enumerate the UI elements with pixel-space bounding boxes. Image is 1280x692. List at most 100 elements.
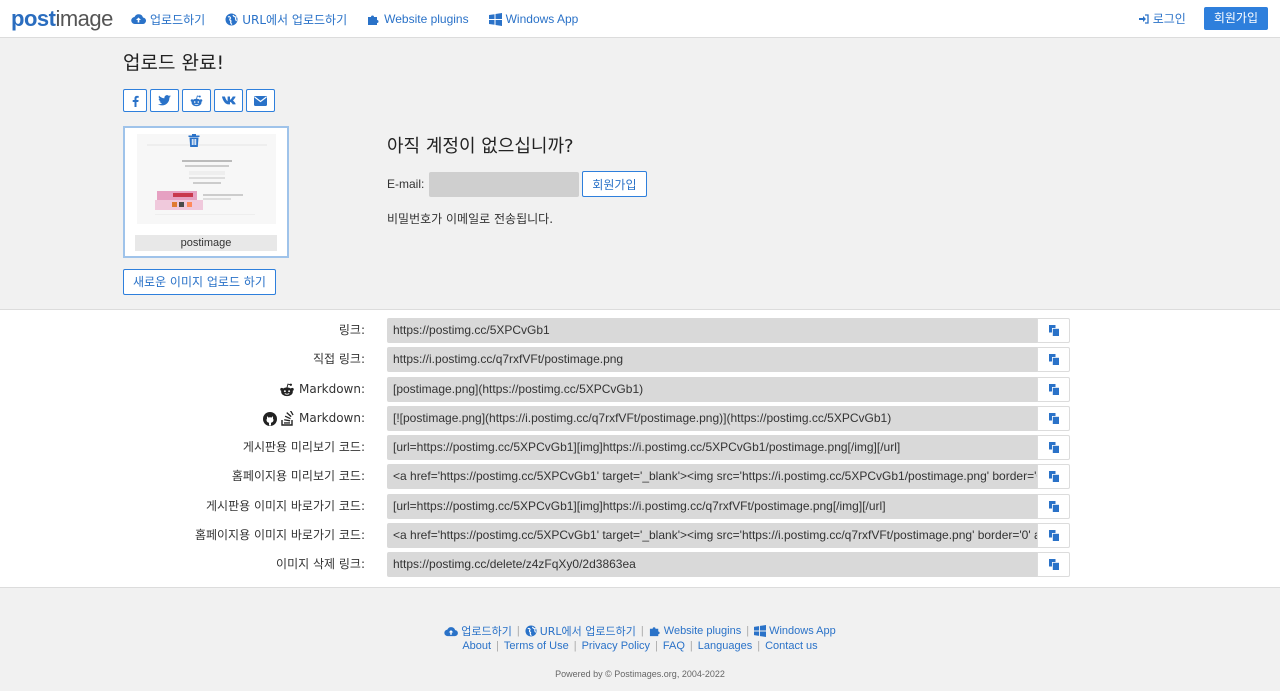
copyright-text: Powered by © Postimages.org, 2004-2022 — [555, 669, 725, 679]
link-row-delete-link: 이미지 삭제 링크: https://postimg.cc/delete/z4z… — [0, 552, 1280, 577]
github-markdown-label: Markdown: — [262, 406, 365, 431]
facebook-icon — [132, 95, 139, 107]
puzzle-icon — [368, 15, 379, 25]
footer-languages-link[interactable]: Languages — [698, 640, 752, 652]
separator: | — [689, 640, 693, 652]
separator: | — [516, 625, 520, 637]
copy-button[interactable] — [1037, 464, 1070, 489]
link-row-forum-hotlink: 게시판용 이미지 바로가기 코드: [url=https://postimg.c… — [0, 494, 1280, 519]
copy-button[interactable] — [1037, 377, 1070, 402]
thumbnail-preview — [137, 134, 276, 224]
signup-button[interactable]: 회원가입 — [1203, 7, 1268, 30]
footer-upload-link[interactable]: 업로드하기 — [444, 623, 512, 639]
link-row-github-markdown: Markdown: [![postimage.png](https://i.po… — [0, 406, 1280, 431]
copy-button[interactable] — [1037, 318, 1070, 343]
nav-website-plugins[interactable]: Website plugins — [367, 12, 469, 26]
direct-link-label: 직접 링크: — [312, 352, 365, 366]
puzzle-icon — [649, 627, 660, 637]
share-vk-button[interactable] — [214, 89, 243, 112]
globe-icon — [225, 13, 238, 25]
thumbnail-filename: postimage — [135, 235, 277, 251]
footer-contact-link[interactable]: Contact us — [765, 640, 818, 652]
separator: | — [746, 625, 750, 637]
footer-terms-link[interactable]: Terms of Use — [504, 640, 569, 652]
link-row-forum-thumbnail: 게시판용 미리보기 코드: [url=https://postimg.cc/5X… — [0, 435, 1280, 460]
copy-button[interactable] — [1037, 552, 1070, 577]
nav-upload-url[interactable]: URL에서 업로드하기 — [225, 11, 347, 28]
share-links-panel: 링크: https://postimg.cc/5XPCvGb1 직접 링크: h… — [0, 310, 1280, 588]
copy-icon — [1048, 471, 1059, 482]
copy-icon — [1048, 384, 1059, 395]
link-row-direct-link: 직접 링크: https://i.postimg.cc/q7rxfVFt/pos… — [0, 347, 1280, 372]
email-input[interactable] — [429, 171, 580, 197]
share-buttons — [123, 89, 278, 112]
copy-button[interactable] — [1037, 494, 1070, 519]
link-row-html-hotlink: 홈페이지용 이미지 바로가기 코드: <a href='https://post… — [0, 523, 1280, 548]
footer-privacy-link[interactable]: Privacy Policy — [582, 640, 650, 652]
footer-faq-link[interactable]: FAQ — [663, 640, 685, 652]
copy-button[interactable] — [1037, 435, 1070, 460]
share-reddit-button[interactable] — [182, 89, 211, 112]
page-title: 업로드 완료! — [123, 52, 225, 74]
html-hotlink-field[interactable]: <a href='https://postimg.cc/5XPCvGb1' ta… — [387, 523, 1037, 548]
upload-result-panel: 업로드 완료! postimage 새로운 이미지 업로드 하기 아직 계정이 … — [0, 38, 1280, 310]
copy-icon — [1048, 530, 1059, 541]
delete-link-field[interactable]: https://postimg.cc/delete/z4zFqXy0/2d386… — [387, 552, 1037, 577]
copy-button[interactable] — [1037, 523, 1070, 548]
copy-icon — [1048, 325, 1059, 336]
link-row-reddit-markdown: Markdown: [postimage.png](https://postim… — [0, 377, 1280, 402]
login-link[interactable]: 로그인 — [1138, 10, 1186, 27]
stackoverflow-icon — [281, 411, 294, 426]
nav-windows-app[interactable]: Windows App — [488, 12, 578, 26]
forum-hotlink-field[interactable]: [url=https://postimg.cc/5XPCvGb1][img]ht… — [387, 494, 1037, 519]
new-upload-button[interactable]: 새로운 이미지 업로드 하기 — [123, 269, 276, 295]
html-hotlink-label: 홈페이지용 이미지 바로가기 코드: — [194, 528, 365, 542]
footer-windows-app-link[interactable]: Windows App — [754, 625, 836, 637]
footer-upload-url-link[interactable]: URL에서 업로드하기 — [525, 623, 636, 639]
cloud-upload-icon — [444, 626, 459, 636]
sign-in-icon — [1138, 13, 1149, 24]
reddit-markdown-field[interactable]: [postimage.png](https://postimg.cc/5XPCv… — [387, 377, 1037, 402]
html-thumbnail-field[interactable]: <a href='https://postimg.cc/5XPCvGb1' ta… — [387, 464, 1037, 489]
password-note: 비밀번호가 이메일로 전송됩니다. — [387, 212, 554, 226]
copy-button[interactable] — [1037, 347, 1070, 372]
main-nav: 업로드하기 URL에서 업로드하기 Website plugins Window… — [131, 0, 598, 38]
delete-image-button[interactable] — [188, 134, 200, 150]
windows-icon — [488, 12, 502, 26]
copy-icon — [1048, 559, 1059, 570]
email-signup-button[interactable]: 회원가입 — [582, 171, 647, 197]
windows-icon — [754, 625, 767, 637]
link-field[interactable]: https://postimg.cc/5XPCvGb1 — [387, 318, 1037, 343]
email-label: E-mail: — [387, 177, 425, 191]
vk-icon — [221, 96, 236, 105]
footer-plugins-link[interactable]: Website plugins — [649, 625, 741, 637]
github-icon — [262, 411, 277, 426]
separator: | — [573, 640, 577, 652]
footer: 업로드하기 | URL에서 업로드하기 | Website plugins | … — [0, 588, 1280, 691]
reddit-icon — [190, 95, 203, 106]
share-twitter-button[interactable] — [150, 89, 179, 112]
footer-nav-secondary: About | Terms of Use | Privacy Policy | … — [0, 640, 1280, 652]
forum-thumbnail-field[interactable]: [url=https://postimg.cc/5XPCvGb1][img]ht… — [387, 435, 1037, 460]
share-facebook-button[interactable] — [123, 89, 147, 112]
footer-about-link[interactable]: About — [462, 640, 491, 652]
link-row-link: 링크: https://postimg.cc/5XPCvGb1 — [0, 318, 1280, 343]
copy-icon — [1048, 442, 1059, 453]
forum-hotlink-label: 게시판용 이미지 바로가기 코드: — [205, 499, 365, 513]
link-row-html-thumbnail: 홈페이지용 미리보기 코드: <a href='https://postimg.… — [0, 464, 1280, 489]
delete-link-label: 이미지 삭제 링크: — [276, 557, 365, 571]
link-label: 링크: — [338, 323, 365, 337]
email-signup-form: E-mail: 회원가입 — [387, 171, 647, 197]
footer-nav-primary: 업로드하기 | URL에서 업로드하기 | Website plugins | … — [0, 623, 1280, 639]
image-thumbnail[interactable]: postimage — [123, 126, 289, 258]
trash-icon — [188, 134, 200, 147]
postimage-logo[interactable]: postimage — [11, 6, 113, 32]
twitter-icon — [158, 95, 171, 106]
nav-upload[interactable]: 업로드하기 — [131, 11, 205, 28]
email-icon — [254, 95, 267, 106]
direct-link-field[interactable]: https://i.postimg.cc/q7rxfVFt/postimage.… — [387, 347, 1037, 372]
separator: | — [496, 640, 499, 652]
copy-button[interactable] — [1037, 406, 1070, 431]
github-markdown-field[interactable]: [![postimage.png](https://i.postimg.cc/q… — [387, 406, 1037, 431]
share-email-button[interactable] — [246, 89, 275, 112]
